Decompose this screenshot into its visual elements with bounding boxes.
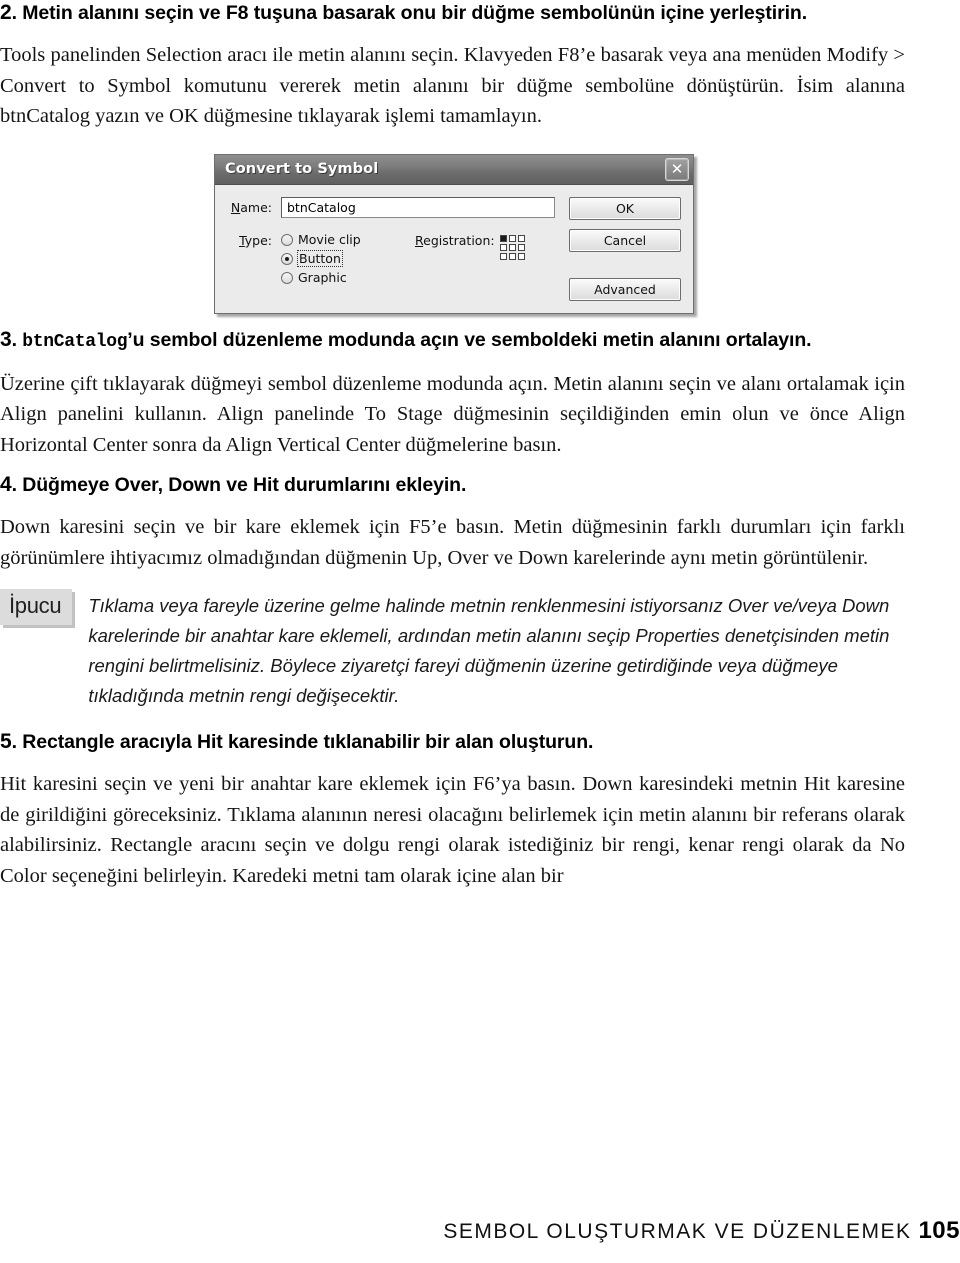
step-3-number: 3 (0, 327, 12, 351)
page-number: 105 (918, 1217, 960, 1244)
advanced-button[interactable]: Advanced (569, 277, 681, 301)
dialog-titlebar: Convert to Symbol ✕ (215, 154, 693, 185)
registration-grid[interactable] (499, 234, 525, 260)
document-page: 2. Metin alanını seçin ve F8 tuşuna basa… (0, 0, 960, 1263)
radio-button-label: Button (297, 250, 343, 267)
step-2-heading: 2. Metin alanını seçin ve F8 tuşuna basa… (0, 0, 905, 26)
step-5-heading: 5. Rectangle aracıyla Hit karesinde tıkl… (0, 729, 905, 755)
registration-cell[interactable] (508, 243, 516, 251)
registration-cell[interactable] (517, 243, 525, 251)
cancel-button[interactable]: Cancel (569, 228, 681, 252)
step-3-heading: 3. btnCatalog’u sembol düzenleme modunda… (0, 327, 812, 352)
name-label: Name: (230, 199, 272, 215)
step-5-heading-text: . Rectangle aracıyla Hit karesinde tıkla… (11, 731, 594, 753)
radio-movie-clip[interactable]: Movie clip (281, 232, 407, 248)
convert-to-symbol-figure: Convert to Symbol ✕ Name: btnCatalog Typ… (0, 144, 905, 319)
radio-button[interactable]: Button (281, 250, 407, 267)
registration-cell[interactable] (517, 234, 525, 242)
dialog-body: Name: btnCatalog Type: Movie clip Button… (215, 184, 693, 313)
tip-box: İpucu Tıklama veya fareyle üzerine gelme… (0, 589, 905, 711)
step-4-paragraph: Down karesini seçin ve bir kare eklemek … (0, 516, 905, 569)
step-2-number: 2 (0, 1, 12, 24)
registration-cell[interactable] (517, 252, 525, 260)
registration-block: Registration: (415, 232, 525, 260)
registration-cell[interactable] (499, 252, 507, 260)
step-3-heading-code: btnCatalog (22, 331, 128, 352)
registration-cell[interactable] (508, 234, 516, 242)
radio-graphic-label: Graphic (298, 270, 347, 285)
page-content: 2. Metin alanını seçin ve F8 tuşuna basa… (0, 0, 905, 903)
footer-title: SEMBOL OLUŞTURMAK VE DÜZENLEMEK (443, 1220, 912, 1243)
dialog-title: Convert to Symbol (225, 161, 379, 177)
radio-icon-selected (281, 252, 293, 265)
page-footer: SEMBOL OLUŞTURMAK VE DÜZENLEMEK 105 (443, 1217, 960, 1245)
step-2-heading-text: . Metin alanını seçin ve F8 tuşuna basar… (11, 2, 808, 24)
step-5-number: 5 (0, 730, 12, 753)
close-icon[interactable]: ✕ (665, 157, 689, 181)
convert-to-symbol-dialog: Convert to Symbol ✕ Name: btnCatalog Typ… (214, 153, 694, 314)
step-3-heading-text: ’u sembol düzenleme modunda açın ve semb… (127, 328, 812, 351)
step-2-paragraph: Tools panelinden Selection aracı ile met… (0, 44, 905, 127)
radio-icon (281, 271, 293, 284)
radio-movie-clip-label: Movie clip (298, 232, 361, 247)
ok-button[interactable]: OK (569, 196, 681, 220)
name-input[interactable]: btnCatalog (281, 196, 555, 218)
step-5-paragraph: Hit karesini seçin ve yeni bir anahtar k… (0, 773, 905, 887)
registration-cell[interactable] (499, 234, 507, 242)
step-4-number: 4 (0, 473, 12, 496)
dialog-buttons: OK Cancel Advanced (569, 196, 681, 301)
tip-badge: İpucu (0, 589, 73, 625)
step-4-heading-text: . Düğmeye Over, Down ve Hit durumlarını … (11, 474, 467, 496)
registration-label: Registration: (415, 232, 495, 248)
type-label: Type: (239, 232, 272, 248)
registration-cell[interactable] (499, 243, 507, 251)
registration-cell[interactable] (508, 252, 516, 260)
type-field-row: Type: Movie clip Button Graphic Registra… (229, 232, 555, 286)
step-3-paragraph: Üzerine çift tıklayarak düğmeyi sembol d… (0, 372, 905, 456)
radio-graphic[interactable]: Graphic (281, 270, 407, 286)
step-4-heading: 4. Düğmeye Over, Down ve Hit durumlarını… (0, 472, 905, 498)
name-field-row: Name: btnCatalog (229, 196, 555, 218)
tip-text: Tıklama veya fareyle üzerine gelme halin… (88, 595, 890, 706)
type-radio-group: Movie clip Button Graphic (281, 232, 407, 286)
dialog-form: Name: btnCatalog Type: Movie clip Button… (229, 196, 569, 301)
radio-icon (281, 233, 293, 246)
